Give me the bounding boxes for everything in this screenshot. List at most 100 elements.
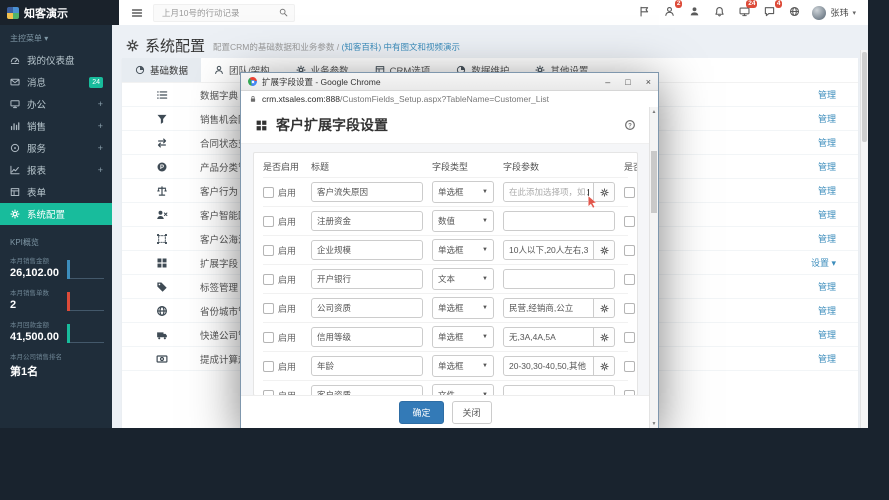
field-param-input[interactable] [503, 182, 594, 202]
search-input[interactable] [160, 6, 275, 19]
action-link[interactable]: 管理 [818, 184, 836, 197]
field-param-input[interactable] [503, 240, 594, 260]
param-gear-button[interactable] [594, 298, 615, 318]
param-cell [503, 298, 615, 318]
field-row: 启用文件▼必填 [263, 380, 635, 395]
sidebar-item-label: 我的仪表盘 [27, 56, 75, 67]
contacts-icon[interactable] [689, 4, 700, 22]
field-type-select[interactable]: 数值 ▼ [432, 210, 494, 232]
required-checkbox[interactable] [624, 244, 635, 256]
required-checkbox[interactable] [624, 273, 635, 285]
field-title-input[interactable] [311, 211, 423, 231]
field-type-select[interactable]: 单选框 ▼ [432, 239, 494, 261]
action-link[interactable]: 管理 [818, 304, 836, 317]
field-title-input[interactable] [311, 356, 423, 376]
enable-checkbox[interactable] [263, 360, 274, 372]
enable-checkbox[interactable] [263, 273, 274, 285]
action-link[interactable]: 管理 [818, 136, 836, 149]
globe-icon[interactable] [789, 4, 800, 22]
user-approve-icon[interactable]: 2 [664, 0, 683, 22]
param-gear-button[interactable] [594, 356, 615, 376]
scrollbar-thumb[interactable] [651, 151, 657, 213]
field-title-input[interactable] [311, 298, 423, 318]
sidebar-item-系统配置[interactable]: 系统配置 [0, 203, 112, 225]
action-link[interactable]: 管理 [818, 208, 836, 221]
sidebar-item-报表[interactable]: 报表 + [0, 159, 112, 181]
sidebar-menu-header[interactable]: 主控菜单 ▾ [0, 25, 112, 49]
table-header: 是否启用 标题 字段类型 字段参数 是否必填 [263, 155, 637, 177]
action-link[interactable]: 管理 [818, 160, 836, 173]
enable-checkbox[interactable] [263, 302, 274, 314]
close-dialog-button[interactable]: 关闭 [451, 401, 492, 424]
flag-icon[interactable] [639, 4, 650, 22]
required-checkbox[interactable] [624, 215, 635, 227]
action-link[interactable]: 管理 [818, 232, 836, 245]
user-menu[interactable]: 张玮 ▾ [812, 5, 856, 20]
action-link[interactable]: 管理 [818, 112, 836, 125]
field-param-input[interactable] [503, 327, 594, 347]
field-type-select[interactable]: 单选框 ▼ [432, 297, 494, 319]
sidebar-item-我的仪表盘[interactable]: 我的仪表盘 [0, 49, 112, 71]
sidebar-item-服务[interactable]: 服务 + [0, 137, 112, 159]
action-link[interactable]: 管理 [818, 352, 836, 365]
enable-checkbox[interactable] [263, 186, 274, 198]
monitor-icon[interactable]: 24 [739, 0, 758, 22]
maximize-button[interactable]: □ [625, 77, 630, 87]
action-link[interactable]: 设置 ▾ [811, 256, 836, 269]
field-type-select[interactable]: 单选框 ▼ [432, 355, 494, 377]
required-checkbox[interactable] [624, 186, 635, 198]
param-gear-button[interactable] [594, 240, 615, 260]
required-checkbox[interactable] [624, 360, 635, 372]
scroll-down-icon[interactable]: ▼ [650, 420, 658, 428]
tab-基础数据[interactable]: 基础数据 [122, 58, 202, 82]
field-param-input[interactable] [503, 211, 615, 231]
avatar [812, 5, 827, 20]
scroll-up-icon[interactable]: ▲ [650, 108, 658, 116]
required-checkbox[interactable] [624, 331, 635, 343]
param-gear-button[interactable] [594, 182, 615, 202]
action-link[interactable]: 管理 [818, 280, 836, 293]
field-param-input[interactable] [503, 298, 594, 318]
field-title-input[interactable] [311, 182, 423, 202]
spark-baseline [70, 342, 104, 343]
close-button[interactable]: × [646, 77, 651, 87]
svg-text:P: P [160, 165, 164, 171]
sidebar-item-销售[interactable]: 销售 + [0, 115, 112, 137]
minimize-button[interactable]: – [605, 77, 610, 87]
sidebar-toggle-icon[interactable] [131, 7, 143, 19]
comments-icon[interactable]: 4 [764, 0, 783, 22]
param-cell [503, 240, 615, 260]
chevron-down-icon: ▼ [482, 189, 488, 195]
action-link[interactable]: 管理 [818, 88, 836, 101]
sidebar-item-办公[interactable]: 办公 + [0, 93, 112, 115]
sidebar-item-表单[interactable]: 表单 [0, 181, 112, 203]
field-title-input[interactable] [311, 269, 423, 289]
app-logo[interactable]: 知客演示 [0, 0, 119, 25]
field-type-select[interactable]: 单选框 ▼ [432, 181, 494, 203]
required-checkbox[interactable] [624, 302, 635, 314]
wiki-link[interactable]: (知客百科) 中有图文和视频演示 [341, 42, 460, 52]
service-icon [9, 143, 20, 153]
bell-icon[interactable] [714, 4, 725, 22]
field-title-input[interactable] [311, 327, 423, 347]
search-icon[interactable] [279, 8, 288, 17]
popup-scrollbar[interactable]: ▲ ▼ [649, 107, 658, 428]
popup-urlbar[interactable]: crm.xtsales.com:888/CustomFields_Setup.a… [241, 91, 658, 108]
sidebar-item-消息[interactable]: 消息 24 [0, 71, 112, 93]
enable-checkbox[interactable] [263, 215, 274, 227]
action-link[interactable]: 管理 [818, 328, 836, 341]
page-scrollbar[interactable] [860, 50, 868, 428]
enable-checkbox[interactable] [263, 331, 274, 343]
type-cell: 单选框 ▼ [432, 355, 494, 377]
circle-p-icon: P [156, 161, 180, 173]
field-title-input[interactable] [311, 240, 423, 260]
field-type-select[interactable]: 文本 ▼ [432, 268, 494, 290]
help-icon[interactable]: ? [624, 119, 636, 131]
field-param-input[interactable] [503, 356, 594, 376]
confirm-button[interactable]: 确定 [399, 401, 444, 424]
field-type-select[interactable]: 单选框 ▼ [432, 326, 494, 348]
popup-titlebar[interactable]: 扩展字段设置 - Google Chrome – □ × [241, 73, 658, 91]
param-gear-button[interactable] [594, 327, 615, 347]
enable-checkbox[interactable] [263, 244, 274, 256]
field-param-input[interactable] [503, 269, 615, 289]
